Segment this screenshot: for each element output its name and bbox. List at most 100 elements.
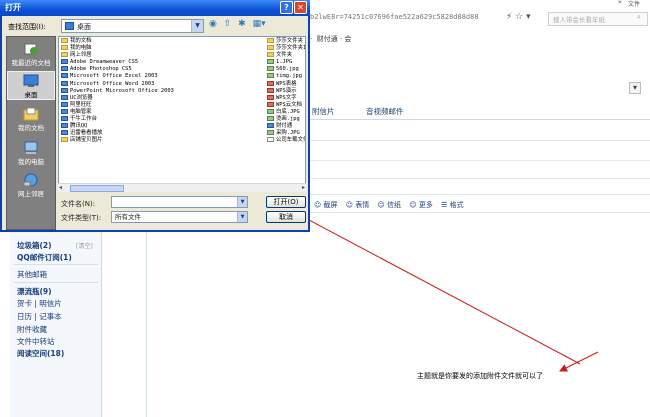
more-button[interactable]: ☺ 更多	[409, 201, 433, 209]
file-item[interactable]: WPS演示	[267, 87, 305, 95]
scroll-right-icon[interactable]: ▸	[302, 184, 305, 191]
file-item[interactable]: WPS云文档	[267, 101, 305, 109]
img-icon	[267, 116, 274, 122]
file-item[interactable]: 店铺宝贝图片	[61, 137, 261, 144]
dialog-titlebar[interactable]: 打开 ? ✕	[0, 0, 310, 16]
close-button[interactable]: ✕	[294, 1, 307, 14]
file-name: 阿里旺旺	[70, 101, 92, 108]
divider	[146, 230, 147, 417]
divider	[14, 264, 98, 265]
file-item[interactable]: 阿里旺旺	[61, 101, 261, 109]
cancel-button[interactable]: 取消	[266, 211, 306, 223]
emoticon-button[interactable]: ☺ 表情	[346, 201, 370, 209]
sidebar-item-other-mailbox[interactable]: 其他邮箱	[17, 269, 47, 280]
file-item[interactable]: 电脑管家	[61, 108, 261, 116]
file-item[interactable]: 千牛工作台	[61, 116, 261, 123]
up-folder-icon[interactable]: ⇧	[224, 19, 232, 29]
scroll-left-icon[interactable]: ◂	[59, 184, 62, 191]
file-name: Adobe Dreamweaver CS5	[70, 59, 139, 66]
file-menu[interactable]: 文件	[628, 0, 640, 8]
file-item[interactable]: Microsoft Office Excel 2003	[61, 73, 261, 80]
app-icon	[61, 94, 68, 100]
desktop-icon	[23, 74, 39, 87]
file-name: UC浏览器	[70, 94, 93, 101]
tab-video-mail[interactable]: 音视频邮件	[366, 106, 404, 117]
chevron-down-icon[interactable]: ▼	[191, 20, 203, 32]
img-icon	[267, 66, 274, 72]
wps-icon	[267, 80, 274, 86]
help-button[interactable]: ?	[280, 1, 293, 14]
view-menu-icon[interactable]: ▦▾	[253, 19, 266, 29]
screenshot-button[interactable]: ☺ 截屏	[314, 201, 338, 209]
file-name: 千牛工作台	[70, 116, 97, 123]
sidebar-item-cards[interactable]: 贺卡 | 明信片	[17, 298, 62, 309]
img-icon	[267, 130, 274, 136]
app-icon	[61, 59, 68, 65]
open-button[interactable]: 打开(O)	[266, 196, 306, 208]
file-list[interactable]: 我的文档 我的电脑 网上邻居 Adobe Dreamweaver CS5 Adobe P…	[58, 36, 306, 192]
clear-trash-link[interactable]: [清空]	[76, 241, 93, 250]
file-item[interactable]: Microsoft Office Word 2003	[61, 80, 261, 88]
file-item[interactable]: 文件夹	[267, 52, 305, 59]
file-item[interactable]: 560.jpg	[267, 66, 305, 73]
stationery-button[interactable]: ☺ 信纸	[378, 201, 402, 209]
file-item[interactable]: WPS表格	[267, 80, 305, 88]
file-item[interactable]: 网上邻居	[61, 52, 261, 59]
chevron-double-icon[interactable]: »	[618, 0, 622, 6]
file-item[interactable]: timg.jpg	[267, 73, 305, 80]
file-item[interactable]: UC浏览器	[61, 94, 261, 102]
file-name: Adobe Photoshop CS5	[70, 66, 132, 73]
file-item[interactable]: Adobe Dreamweaver CS5	[61, 59, 261, 66]
address-bar[interactable]: b2lwE8r=74251c07696fae522a629c5828d88d88…	[300, 10, 650, 28]
sidebar-item-file-transfer[interactable]: 文件中转站	[17, 336, 55, 347]
sidebar-item-reading-space[interactable]: 阅读空间(18)	[17, 348, 64, 359]
chevron-down-icon[interactable]: ▼	[237, 212, 247, 222]
favorites-bar[interactable]: · 财付通 · 会	[310, 34, 351, 44]
back-icon[interactable]: ◉	[209, 19, 217, 29]
file-name: 烫画.jpg	[276, 116, 300, 123]
scrollbar-thumb[interactable]	[70, 185, 124, 192]
file-type-select[interactable]: 所有文件 ▼	[111, 211, 248, 223]
place-my-documents[interactable]: 我的文档	[7, 105, 55, 132]
tab-postcard[interactable]: 附信片	[312, 106, 335, 117]
app-icon	[267, 123, 274, 129]
sidebar-item-drift-bottle[interactable]: 漂流瓶(9)	[17, 286, 52, 297]
file-item[interactable]: 公司车载文件	[267, 137, 305, 144]
folder-icon	[61, 45, 68, 51]
dialog-toolbar: ◉ ⇧ ✱ ▦▾	[209, 19, 270, 29]
file-name-input[interactable]: ▼	[111, 196, 248, 208]
file-item[interactable]: WPS文字	[267, 94, 305, 102]
place-network[interactable]: 网上邻居	[7, 171, 55, 198]
sidebar-item-attachments[interactable]: 附件收藏	[17, 324, 47, 335]
file-item[interactable]: PowerPoint Microsoft Office 2003	[61, 87, 261, 95]
place-desktop[interactable]: 桌面	[7, 71, 55, 100]
place-my-computer[interactable]: 我的电脑	[7, 139, 55, 166]
search-input[interactable]: 搜人带会长看年纸 ⌕	[548, 12, 648, 26]
new-folder-icon[interactable]: ✱	[238, 19, 246, 29]
address-text[interactable]: b2lwE8r=74251c07696fae522a629c5828d88d88	[310, 13, 479, 21]
address-action-icons[interactable]: ⚡ ☆ ▾	[506, 12, 531, 22]
computer-icon	[24, 141, 38, 154]
file-name: 采购.JPG	[276, 130, 300, 137]
folder-icon	[267, 52, 274, 58]
img-icon	[267, 73, 274, 79]
sidebar-item-calendar[interactable]: 日历 | 记事本	[17, 311, 62, 322]
folder-icon	[61, 38, 68, 43]
look-in-select[interactable]: 桌面 ▼	[61, 19, 204, 33]
sidebar-item-qq-subscription[interactable]: QQ邮件订阅(1)	[17, 252, 72, 263]
search-icon[interactable]: ⌕	[637, 13, 641, 22]
mail-sidebar: 垃圾箱(2) [清空] QQ邮件订阅(1) 其他邮箱 漂流瓶(9) 贺卡 | 明…	[10, 232, 102, 417]
app-icon	[61, 116, 68, 122]
file-item[interactable]: 白底.JPG	[267, 108, 305, 116]
sidebar-item-trash[interactable]: 垃圾箱(2)	[17, 240, 52, 251]
folder-icon	[61, 52, 68, 58]
horizontal-scrollbar[interactable]: ◂ ▸	[58, 183, 306, 192]
format-button[interactable]: ☰ 格式	[441, 201, 464, 209]
file-name: timg.jpg	[276, 73, 302, 80]
file-item[interactable]: Adobe Photoshop CS5	[61, 66, 261, 73]
file-item[interactable]: 1.JPG	[267, 59, 305, 66]
chevron-down-icon[interactable]: ▼	[237, 197, 247, 207]
place-recent-docs[interactable]: 我最近的文档	[7, 40, 55, 67]
dropdown-button[interactable]: ▾	[629, 82, 641, 94]
divider	[14, 282, 98, 283]
